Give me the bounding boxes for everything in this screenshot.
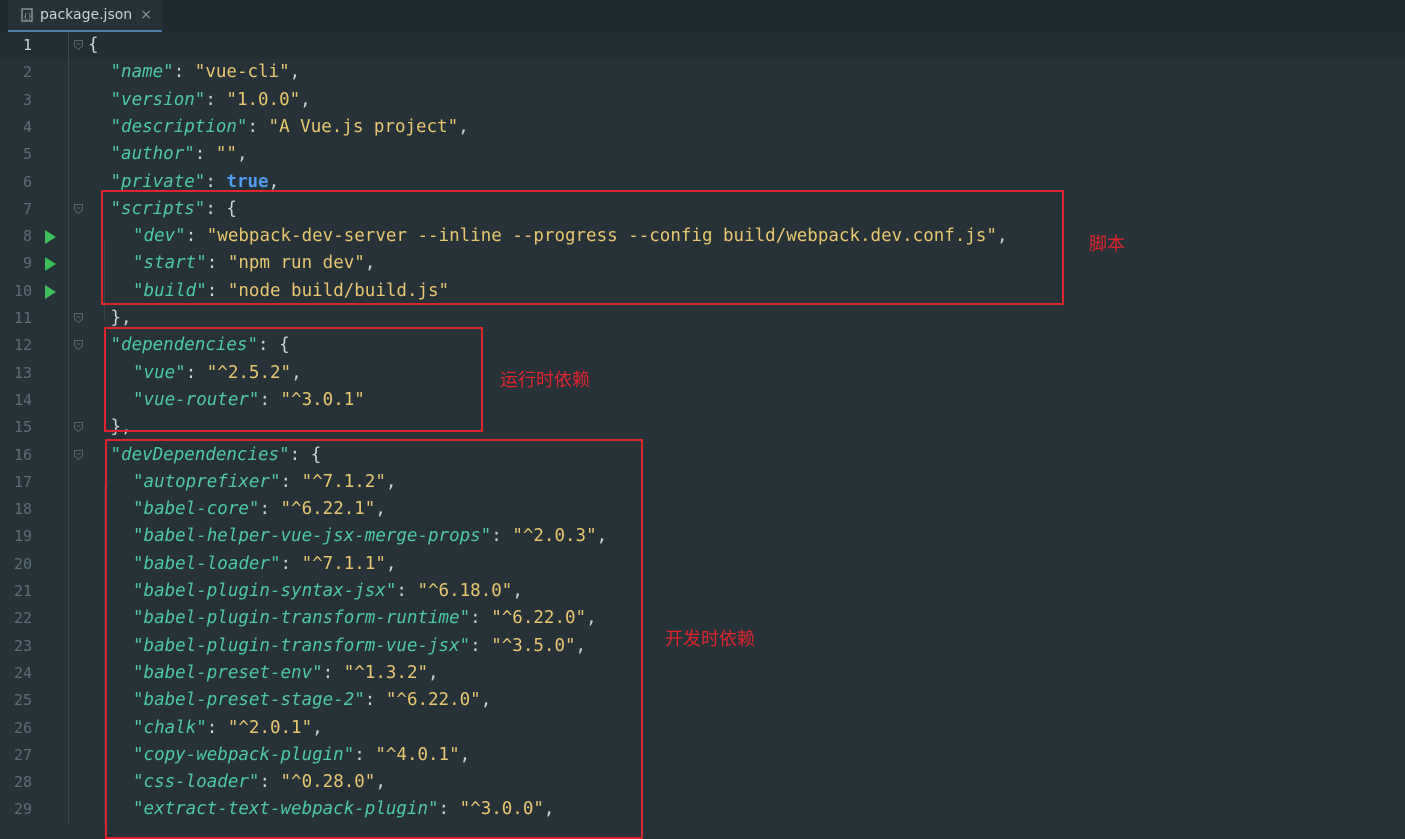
code-text: { <box>88 32 99 59</box>
tab-label: package.json <box>40 7 133 23</box>
json-string: "1.0.0" <box>226 89 301 110</box>
json-punctuation: : <box>205 89 227 110</box>
fold-icon[interactable] <box>74 340 83 351</box>
line-number: 18 <box>13 500 32 519</box>
json-punctuation: , <box>458 116 469 137</box>
line-number: 9 <box>22 254 32 273</box>
annotation-scripts: 脚本 <box>1089 234 1125 255</box>
fold-icon[interactable] <box>74 422 83 433</box>
line-number: 15 <box>13 418 32 437</box>
code-line[interactable]: 4 "description": "A Vue.js project", <box>0 114 1405 141</box>
line-number: 26 <box>13 718 32 737</box>
run-script-icon[interactable] <box>45 257 56 272</box>
json-punctuation: : <box>205 171 227 192</box>
line-number: 6 <box>22 172 32 191</box>
fold-icon[interactable] <box>74 40 83 50</box>
line-number: 28 <box>13 773 32 792</box>
json-punctuation: , <box>268 171 280 192</box>
json-key: "author" <box>110 144 195 165</box>
line-number: 8 <box>22 227 32 246</box>
line-number: 24 <box>13 663 32 682</box>
run-script-icon[interactable] <box>45 230 56 245</box>
line-number: 13 <box>13 363 32 382</box>
line-number: 22 <box>13 609 32 628</box>
code-text: "author": "", <box>111 141 248 168</box>
line-number: 2 <box>22 63 32 82</box>
line-number: 17 <box>13 472 32 491</box>
code-text: "name": "vue-cli", <box>111 59 301 86</box>
line-number: 11 <box>13 309 32 327</box>
run-script-icon[interactable] <box>45 284 56 299</box>
json-punctuation: { <box>88 35 99 55</box>
line-number: 14 <box>13 390 32 409</box>
code-text: "version": "1.0.0", <box>111 87 311 114</box>
json-key: "description" <box>110 116 248 137</box>
line-number: 16 <box>13 445 32 464</box>
json-file-icon: {} <box>21 8 33 22</box>
json-punctuation: , <box>289 62 301 83</box>
tab-package-json[interactable]: {} package.json × <box>8 0 162 32</box>
line-number: 3 <box>22 90 32 109</box>
code-line[interactable]: 2 "name": "vue-cli", <box>0 59 1405 86</box>
json-punctuation: : <box>173 62 195 83</box>
json-punctuation: : <box>247 116 269 137</box>
line-number: 27 <box>13 745 32 764</box>
line-number: 29 <box>13 800 32 819</box>
line-number: 19 <box>13 527 32 546</box>
json-punctuation: , <box>300 89 311 110</box>
line-number: 23 <box>13 636 32 655</box>
line-number: 1 <box>22 36 32 54</box>
json-string: "" <box>215 144 237 165</box>
fold-icon[interactable] <box>74 449 83 460</box>
json-string: "A Vue.js project" <box>268 116 459 137</box>
code-text: "description": "A Vue.js project", <box>111 114 469 141</box>
svg-text:{}: {} <box>24 13 32 21</box>
line-number: 5 <box>22 145 32 164</box>
annotation-box-devdependencies <box>105 439 643 839</box>
tab-bar: {} package.json × <box>0 0 1405 33</box>
line-number: 7 <box>22 199 32 218</box>
fold-icon[interactable] <box>74 313 83 323</box>
json-key: "private" <box>110 171 206 192</box>
json-punctuation: }, <box>110 308 132 328</box>
code-line[interactable]: 3 "version": "1.0.0", <box>0 87 1405 114</box>
annotation-box-dependencies <box>104 327 483 432</box>
json-key: "name" <box>110 62 174 83</box>
line-number: 20 <box>13 554 32 573</box>
line-number: 12 <box>13 336 32 355</box>
code-line[interactable]: 1{ <box>0 32 1405 59</box>
code-line[interactable]: 5 "author": "", <box>0 141 1405 168</box>
annotation-devdependencies: 开发时依赖 <box>665 629 755 650</box>
close-icon[interactable]: × <box>140 7 152 23</box>
json-boolean: true <box>226 171 269 192</box>
json-key: "version" <box>110 89 206 110</box>
line-number: 25 <box>13 691 32 710</box>
annotation-dependencies: 运行时依赖 <box>500 370 590 391</box>
json-string: "vue-cli" <box>194 62 290 83</box>
annotation-box-scripts <box>101 190 1064 305</box>
json-punctuation: , <box>236 144 248 165</box>
line-number: 10 <box>13 281 32 300</box>
fold-icon[interactable] <box>74 203 83 214</box>
json-punctuation: : <box>194 144 216 165</box>
line-number: 4 <box>22 117 32 136</box>
line-number: 21 <box>13 582 32 600</box>
